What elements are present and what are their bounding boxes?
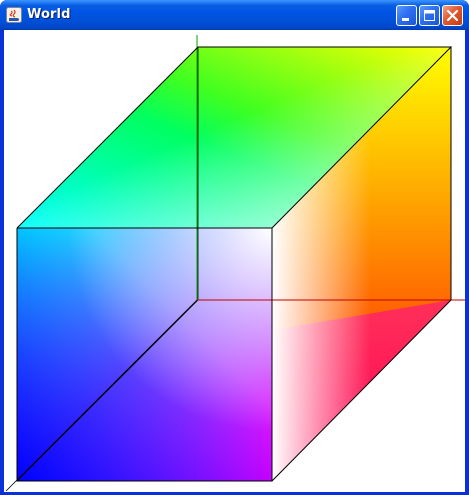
world-window: World — [0, 0, 469, 495]
minimize-button[interactable] — [396, 5, 417, 26]
rgb-cube-scene — [5, 35, 465, 492]
window-title: World — [27, 7, 71, 22]
title-bar[interactable]: World — [0, 0, 469, 30]
close-button[interactable] — [442, 5, 463, 26]
maximize-button[interactable] — [419, 5, 440, 26]
canvas-area[interactable] — [4, 30, 465, 492]
close-icon — [446, 9, 459, 22]
maximize-icon — [424, 10, 435, 21]
minimize-icon — [402, 18, 409, 21]
java-app-icon — [6, 7, 22, 23]
